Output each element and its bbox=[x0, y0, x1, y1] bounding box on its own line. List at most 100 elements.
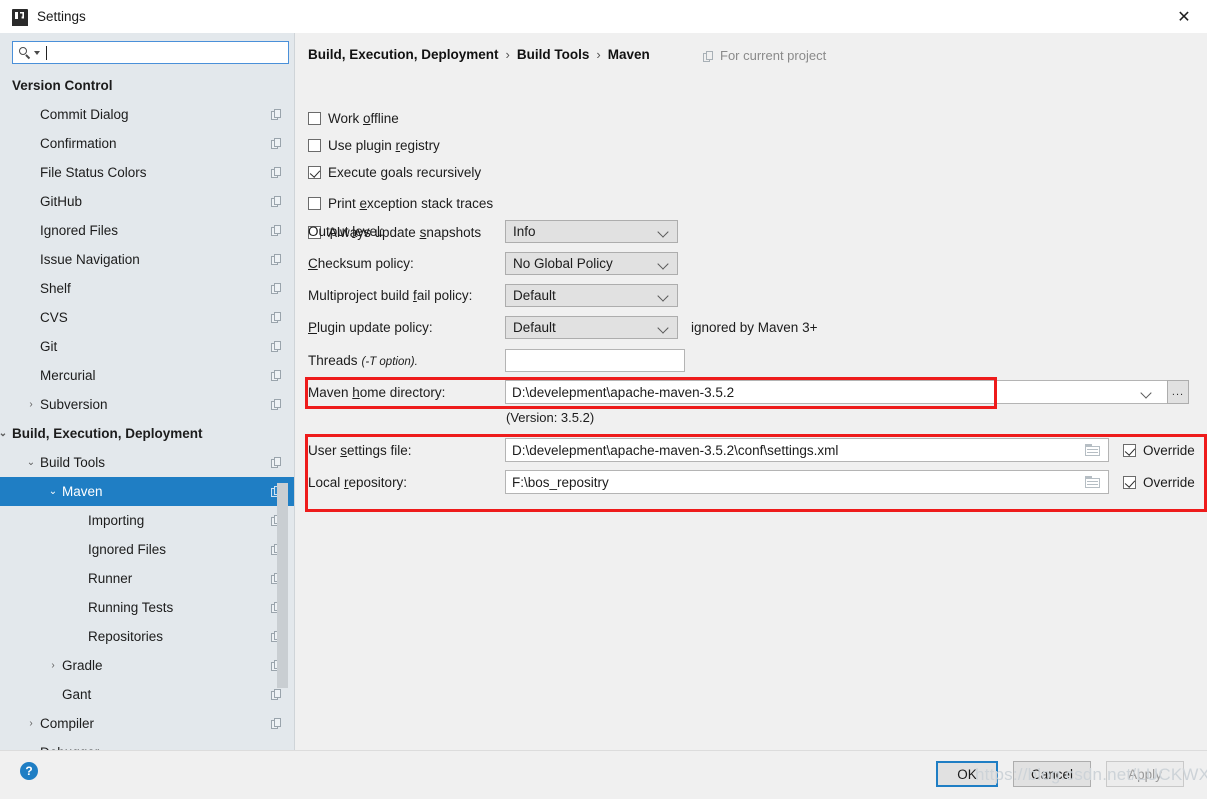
combo-hint-plugin-update-policy: ignored by Maven 3+ bbox=[691, 319, 818, 335]
sidebar-item-label: Ignored Files bbox=[88, 542, 167, 557]
sidebar-item-cvs[interactable]: CVS bbox=[0, 303, 295, 332]
sidebar-item-running-tests[interactable]: Running Tests bbox=[0, 593, 295, 622]
sidebar-item-label: Runner bbox=[88, 571, 133, 586]
sidebar-item-shelf[interactable]: Shelf bbox=[0, 274, 295, 303]
combo-label-plugin-update-policy: Plugin update policy: bbox=[308, 319, 433, 335]
user-settings-file-label: User settings file: bbox=[308, 442, 412, 458]
combo-checksum-policy[interactable]: No Global Policy bbox=[505, 251, 678, 275]
copy-icon[interactable] bbox=[271, 341, 282, 352]
checkbox-use-plugin-registry[interactable] bbox=[308, 139, 321, 152]
breadcrumb-item-2[interactable]: Maven bbox=[608, 47, 650, 62]
chevron-down-icon[interactable] bbox=[659, 292, 668, 301]
sidebar-item-file-status-colors[interactable]: File Status Colors bbox=[0, 158, 295, 187]
sidebar-item-label: Version Control bbox=[12, 78, 113, 93]
sidebar-item-label: Gant bbox=[62, 687, 92, 702]
cancel-button[interactable]: Cancel bbox=[1013, 761, 1091, 787]
sidebar-item-repositories[interactable]: Repositories bbox=[0, 622, 295, 651]
sidebar-item-gant[interactable]: Gant bbox=[0, 680, 295, 709]
sidebar-item-gradle[interactable]: › Gradle bbox=[0, 651, 295, 680]
sidebar-item-git[interactable]: Git bbox=[0, 332, 295, 361]
chevron-right-icon[interactable]: › bbox=[46, 660, 60, 671]
sidebar-item-debugger[interactable]: ›Debugger bbox=[0, 738, 295, 750]
sidebar-item-build-execution-deployment[interactable]: ⌄ Build, Execution, Deployment bbox=[0, 419, 295, 448]
sidebar-item-build-tools[interactable]: ⌄ Build Tools bbox=[0, 448, 295, 477]
chevron-down-icon[interactable]: ⌄ bbox=[24, 457, 38, 468]
help-icon[interactable]: ? bbox=[20, 762, 38, 780]
search-input[interactable] bbox=[47, 43, 288, 62]
sidebar-item-compiler[interactable]: › Compiler bbox=[0, 709, 295, 738]
user-settings-override-checkbox[interactable] bbox=[1123, 443, 1136, 457]
copy-icon[interactable] bbox=[271, 689, 282, 700]
checkbox-execute-goals-recursively[interactable] bbox=[308, 166, 321, 179]
sidebar-item-ignored-files[interactable]: Ignored Files bbox=[0, 535, 295, 564]
copy-icon[interactable] bbox=[271, 196, 282, 207]
for-current-project-text: For current project bbox=[720, 48, 827, 63]
copy-icon[interactable] bbox=[271, 225, 282, 236]
sidebar-scrollbar-thumb[interactable] bbox=[277, 483, 288, 688]
search-box[interactable] bbox=[12, 41, 289, 64]
chevron-down-icon[interactable] bbox=[1142, 389, 1151, 398]
sidebar-item-label: Confirmation bbox=[40, 136, 117, 151]
copy-icon[interactable] bbox=[271, 254, 282, 265]
breadcrumb-item-0[interactable]: Build, Execution, Deployment bbox=[308, 47, 499, 62]
copy-icon[interactable] bbox=[271, 109, 282, 120]
local-repository-input[interactable]: F:\bos_repositry bbox=[505, 470, 1109, 494]
folder-icon[interactable] bbox=[1085, 476, 1100, 488]
chevron-right-icon[interactable]: › bbox=[24, 718, 38, 729]
checkbox-label-print-exception-stack-traces: Print exception stack traces bbox=[328, 196, 494, 211]
settings-tree: Version Control Commit Dialog Confirmation… bbox=[0, 71, 295, 750]
sidebar-item-runner[interactable]: Runner bbox=[0, 564, 295, 593]
maven-home-directory-label: Maven home directory: bbox=[308, 384, 446, 400]
sidebar-item-mercurial[interactable]: Mercurial bbox=[0, 361, 295, 390]
combo-output-level[interactable]: Info bbox=[505, 219, 678, 243]
copy-icon[interactable] bbox=[271, 718, 282, 729]
sidebar-item-subversion[interactable]: › Subversion bbox=[0, 390, 295, 419]
checkbox-row-use-plugin-registry[interactable]: Use plugin registry bbox=[308, 138, 440, 153]
ok-button[interactable]: OK bbox=[936, 761, 998, 787]
breadcrumb-item-1[interactable]: Build Tools bbox=[517, 47, 590, 62]
copy-icon[interactable] bbox=[271, 312, 282, 323]
user-settings-override-toggle[interactable]: Override bbox=[1123, 443, 1195, 458]
sidebar-item-version-control[interactable]: Version Control bbox=[0, 71, 295, 100]
sidebar-item-maven[interactable]: ⌄ Maven bbox=[0, 477, 295, 506]
copy-icon[interactable] bbox=[271, 283, 282, 294]
chevron-down-icon[interactable]: ⌄ bbox=[46, 486, 60, 497]
user-settings-file-input[interactable]: D:\develepment\apache-maven-3.5.2\conf\s… bbox=[505, 438, 1109, 462]
sidebar-item-importing[interactable]: Importing bbox=[0, 506, 295, 535]
copy-icon[interactable] bbox=[271, 138, 282, 149]
close-icon[interactable]: ✕ bbox=[1161, 0, 1207, 33]
chevron-down-icon[interactable] bbox=[659, 228, 668, 237]
threads-input[interactable] bbox=[505, 348, 685, 372]
sidebar-item-label: Running Tests bbox=[88, 600, 174, 615]
copy-icon[interactable] bbox=[271, 457, 282, 468]
sidebar-item-issue-navigation[interactable]: Issue Navigation bbox=[0, 245, 295, 274]
chevron-down-icon[interactable] bbox=[659, 324, 668, 333]
local-repository-override-toggle[interactable]: Override bbox=[1123, 475, 1195, 490]
combo-multiproject-build-fail-policy[interactable]: Default bbox=[505, 283, 678, 307]
sidebar-item-commit-dialog[interactable]: Commit Dialog bbox=[0, 100, 295, 129]
copy-icon[interactable] bbox=[271, 399, 282, 410]
checkbox-row-work-offline[interactable]: Work offline bbox=[308, 111, 399, 126]
combo-plugin-update-policy[interactable]: Default bbox=[505, 315, 678, 339]
checkbox-row-execute-goals-recursively[interactable]: Execute goals recursively bbox=[308, 165, 481, 180]
sidebar-item-confirmation[interactable]: Confirmation bbox=[0, 129, 295, 158]
maven-version-note: (Version: 3.5.2) bbox=[506, 410, 595, 425]
apply-button[interactable]: Apply bbox=[1106, 761, 1184, 787]
copy-icon[interactable] bbox=[271, 370, 282, 381]
local-repository-override-checkbox[interactable] bbox=[1123, 475, 1136, 489]
maven-home-browse-button[interactable]: ... bbox=[1167, 380, 1189, 404]
window-title: Settings bbox=[37, 9, 86, 24]
checkbox-work-offline[interactable] bbox=[308, 112, 321, 125]
sidebar-item-ignored-files[interactable]: Ignored Files bbox=[0, 216, 295, 245]
checkbox-row-print-exception-stack-traces[interactable]: Print exception stack traces bbox=[308, 196, 493, 211]
copy-icon[interactable] bbox=[271, 167, 282, 178]
folder-icon[interactable] bbox=[1085, 444, 1100, 456]
checkbox-print-exception-stack-traces[interactable] bbox=[308, 197, 321, 210]
chevron-down-icon[interactable] bbox=[34, 50, 40, 55]
chevron-right-icon[interactable]: › bbox=[24, 399, 38, 410]
chevron-down-icon[interactable] bbox=[659, 260, 668, 269]
sidebar-item-github[interactable]: GitHub bbox=[0, 187, 295, 216]
chevron-down-icon[interactable]: ⌄ bbox=[0, 428, 10, 439]
maven-home-directory-combo[interactable]: D:\develepment\apache-maven-3.5.2 bbox=[505, 380, 1180, 404]
local-repository-override-label: Override bbox=[1143, 474, 1195, 490]
